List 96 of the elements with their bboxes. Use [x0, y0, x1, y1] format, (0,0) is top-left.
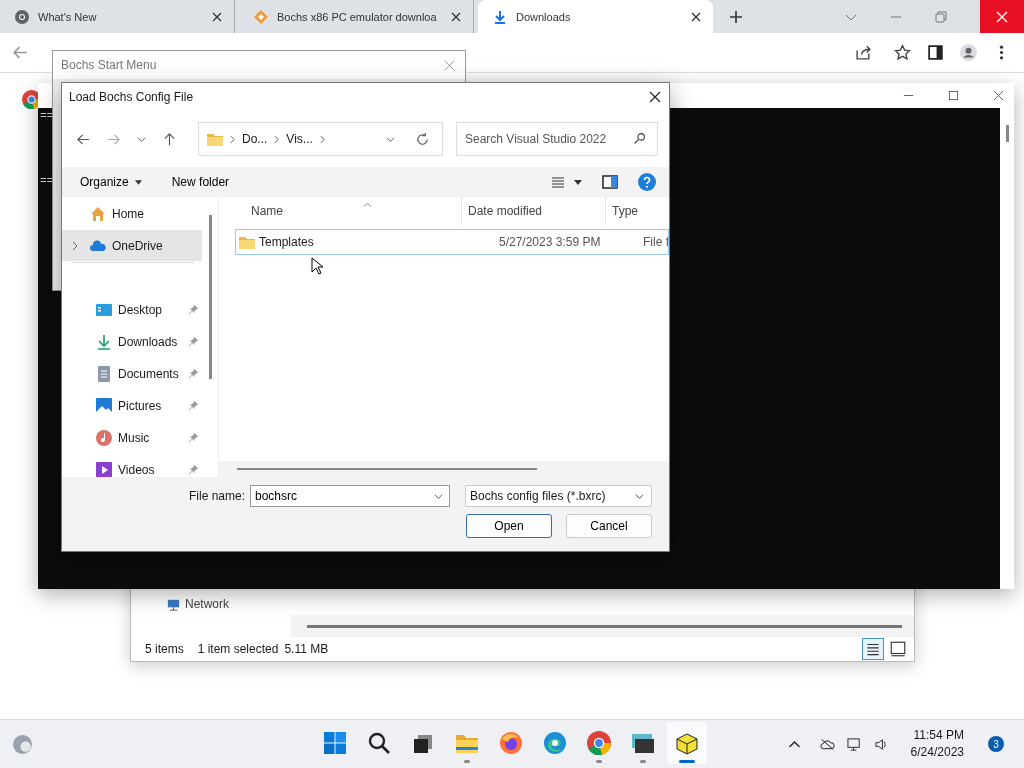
- details-view-icon[interactable]: [862, 638, 884, 660]
- chevron-right-icon: [230, 134, 235, 144]
- refresh-icon[interactable]: [415, 131, 430, 147]
- tiles-view-icon[interactable]: [888, 639, 908, 659]
- document-icon: [96, 365, 112, 382]
- file-type-dropdown[interactable]: Bochs config files (*.bxrc): [465, 485, 652, 507]
- share-icon[interactable]: [855, 44, 872, 61]
- nav-item[interactable]: Music: [62, 422, 202, 453]
- view-list-icon[interactable]: [550, 174, 566, 190]
- status-text: 1 item selected: [197, 642, 279, 656]
- notification-badge[interactable]: 3: [988, 736, 1004, 752]
- monitor-icon[interactable]: [846, 736, 862, 752]
- column-header[interactable]: Name: [219, 204, 461, 218]
- close-icon[interactable]: [691, 11, 701, 22]
- edge-icon: [543, 731, 567, 755]
- field-label: File name:: [188, 489, 245, 503]
- diamond-icon: [253, 8, 269, 25]
- folder-icon: [207, 132, 223, 146]
- caret-icon: [134, 179, 142, 185]
- nav-item[interactable]: Home: [62, 198, 202, 229]
- organize-button[interactable]: Organize: [72, 171, 150, 193]
- star-icon[interactable]: [894, 44, 911, 61]
- open-button[interactable]: Open: [466, 514, 552, 538]
- pin-icon[interactable]: [188, 336, 199, 347]
- search-field[interactable]: Search Visual Studio 2022: [456, 122, 658, 156]
- status-text: 5.11 MB: [284, 642, 329, 656]
- nav-item[interactable]: Videos: [62, 454, 202, 477]
- browser-tab[interactable]: Downloads: [478, 0, 713, 33]
- folder-icon: [239, 235, 255, 249]
- search-icon: [633, 132, 646, 145]
- side-panel-icon[interactable]: [927, 44, 944, 61]
- help-icon[interactable]: [638, 173, 656, 191]
- chevron-down-icon[interactable]: [433, 491, 444, 502]
- home-icon: [90, 205, 106, 222]
- nav-item[interactable]: Documents: [62, 358, 202, 389]
- cloud-icon[interactable]: [819, 736, 835, 752]
- cursor-icon: [311, 257, 323, 275]
- music-icon: [96, 429, 112, 446]
- close-icon[interactable]: [451, 11, 461, 22]
- window-title: Load Bochs Config File: [69, 90, 194, 104]
- nav-item[interactable]: OneDrive: [62, 230, 202, 261]
- windows-logo-icon: [323, 731, 347, 755]
- window-title: Bochs Start Menu: [61, 58, 157, 72]
- nav-item[interactable]: Downloads: [62, 326, 202, 357]
- table-cell-text: 5/27/2023 3:59 PM: [499, 235, 602, 249]
- nav-item[interactable]: Desktop: [62, 294, 202, 325]
- cancel-button[interactable]: Cancel: [566, 514, 652, 538]
- chevron-right-icon: [319, 134, 325, 144]
- pin-icon[interactable]: [188, 368, 199, 379]
- console-text: ==: [40, 175, 54, 187]
- address-bar[interactable]: Do... Vis...: [198, 122, 443, 156]
- clock-time[interactable]: 11:54 PM: [913, 727, 964, 744]
- console-text: ==: [40, 110, 54, 122]
- chevron-right-icon: [274, 134, 280, 144]
- desktop-icon: [96, 301, 112, 318]
- new-folder-button[interactable]: New folder: [163, 171, 238, 193]
- scrollbar-thumb[interactable]: [1005, 125, 1009, 142]
- volume-icon[interactable]: [873, 736, 889, 752]
- picture-icon: [96, 397, 112, 414]
- close-icon[interactable]: [649, 91, 661, 103]
- nav-item[interactable]: Pictures: [62, 390, 202, 421]
- profile-icon[interactable]: [960, 44, 977, 61]
- taskbar-app[interactable]: [667, 722, 707, 764]
- pin-icon[interactable]: [188, 432, 199, 443]
- scrollbar-thumb[interactable]: [237, 468, 537, 470]
- scrollbar-thumb[interactable]: [307, 624, 902, 628]
- cloud-icon: [90, 237, 106, 254]
- file-name: Templates: [259, 235, 314, 249]
- pin-icon[interactable]: [188, 464, 199, 475]
- status-text: 5 items: [145, 642, 184, 656]
- preview-pane-icon[interactable]: [602, 174, 618, 190]
- column-header[interactable]: Type: [605, 197, 669, 225]
- pin-icon[interactable]: [188, 304, 199, 315]
- search-icon: [367, 731, 391, 755]
- caret-icon[interactable]: [574, 179, 582, 185]
- breadcrumb-item[interactable]: Vis...: [286, 132, 313, 146]
- firefox-icon: [499, 731, 523, 755]
- close-icon: [996, 10, 1008, 23]
- up-icon[interactable]: [162, 131, 177, 147]
- nav-item[interactable]: Network: [185, 597, 229, 611]
- clock-date[interactable]: 6/24/2023: [910, 744, 964, 761]
- pin-icon[interactable]: [188, 400, 199, 411]
- close-icon[interactable]: [212, 11, 222, 22]
- download-icon: [492, 8, 508, 25]
- maximize-icon[interactable]: [948, 90, 959, 101]
- cube-icon: [675, 731, 699, 755]
- terminal-icon: [631, 731, 655, 755]
- new-tab-icon[interactable]: [729, 9, 743, 24]
- scrollbar-thumb[interactable]: [208, 215, 212, 379]
- chrome-icon: [14, 8, 30, 25]
- chevron-right-icon[interactable]: [72, 240, 78, 251]
- chrome-icon: [587, 731, 611, 755]
- file-name-field[interactable]: bochsrc: [250, 485, 450, 507]
- column-header[interactable]: Date modified: [461, 197, 605, 225]
- download-icon: [96, 333, 112, 350]
- breadcrumb-item[interactable]: Do...: [242, 132, 268, 146]
